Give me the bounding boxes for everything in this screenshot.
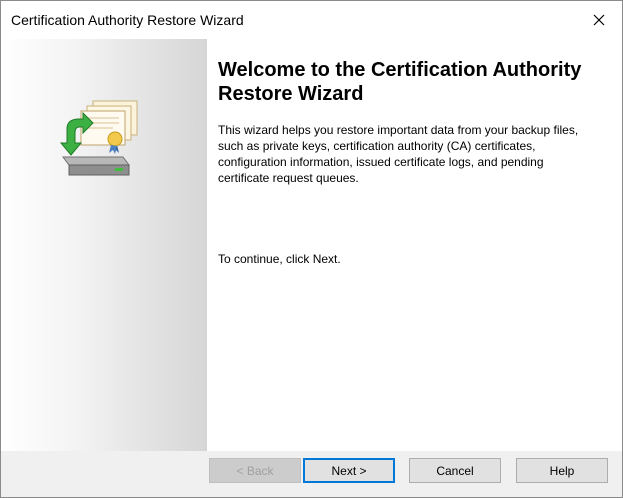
wizard-heading: Welcome to the Certification Authority R… [218,59,582,105]
wizard-window: Certification Authority Restore Wizard W… [0,0,623,498]
title-bar: Certification Authority Restore Wizard [1,1,622,39]
close-button[interactable] [576,1,622,39]
certificate-restore-icon [59,100,138,176]
wizard-content: Welcome to the Certification Authority R… [207,39,622,451]
wizard-side-panel [1,39,207,451]
close-icon [593,14,605,26]
continue-instruction: To continue, click Next. [218,252,341,266]
cancel-button[interactable]: Cancel [409,458,501,483]
next-button[interactable]: Next > [303,458,395,483]
back-button[interactable]: < Back [209,458,301,483]
button-bar: < Back Next > Cancel Help [1,451,622,497]
help-button[interactable]: Help [516,458,608,483]
window-title: Certification Authority Restore Wizard [11,12,244,28]
wizard-description: This wizard helps you restore important … [218,123,579,185]
